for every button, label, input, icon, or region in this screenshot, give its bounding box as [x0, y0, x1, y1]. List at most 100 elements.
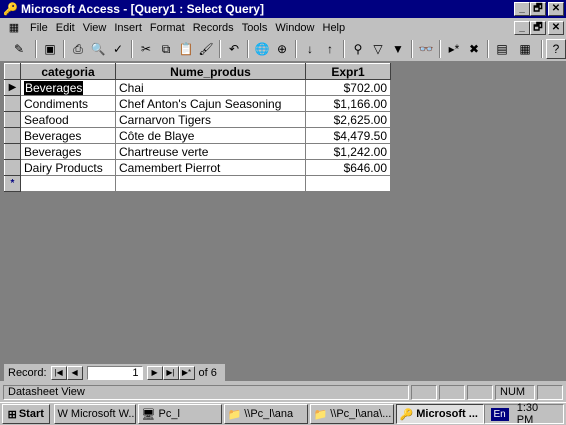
table-cell[interactable]: Beverages: [20, 79, 116, 96]
save-icon[interactable]: ▣: [40, 39, 60, 59]
toolbar-separator: [131, 40, 133, 58]
query-window-icon[interactable]: ▦: [6, 21, 22, 35]
database-window-icon[interactable]: ▤: [492, 39, 512, 59]
column-header-nume-produs[interactable]: Nume_produs: [115, 63, 306, 80]
menu-help[interactable]: Help: [319, 22, 350, 34]
sort-ascending-icon[interactable]: ↓: [300, 39, 320, 59]
new-record-icon[interactable]: ▸*: [444, 39, 464, 59]
table-cell[interactable]: Beverages: [20, 143, 116, 160]
apply-filter-icon[interactable]: ▼: [388, 39, 408, 59]
title-bar[interactable]: 🔑 Microsoft Access - [Query1 : Select Qu…: [0, 0, 566, 18]
record-navigator: Record: |◀ ◀ 1 ▶ ▶| ▶* of 6: [4, 364, 225, 381]
row-selector[interactable]: [4, 111, 21, 128]
spelling-icon[interactable]: ✓: [108, 39, 128, 59]
datasheet-area: categoria Nume_produs Expr1 ▶ Beverages …: [0, 61, 566, 381]
minimize-button[interactable]: _: [514, 2, 530, 16]
menu-insert[interactable]: Insert: [110, 22, 146, 34]
new-object-icon[interactable]: ▦: [512, 39, 538, 59]
toolbar-separator: [219, 40, 221, 58]
filter-by-selection-icon[interactable]: ⚲: [348, 39, 368, 59]
row-selector[interactable]: [4, 159, 21, 176]
menu-file[interactable]: File: [26, 22, 52, 34]
next-record-button[interactable]: ▶: [146, 365, 163, 380]
table-cell[interactable]: $1,242.00: [305, 143, 391, 160]
previous-record-button[interactable]: ◀: [66, 365, 83, 380]
table-cell[interactable]: $4,479.50: [305, 127, 391, 144]
insert-hyperlink-icon[interactable]: 🌐: [252, 39, 272, 59]
task-folder-ana-sub[interactable]: 📁 \\Pc_l\ana\...: [309, 404, 394, 424]
column-header-expr1[interactable]: Expr1: [305, 63, 391, 80]
column-header-categoria[interactable]: categoria: [20, 63, 116, 80]
table-cell[interactable]: Condiments: [20, 95, 116, 112]
format-painter-icon[interactable]: 🖌: [196, 39, 216, 59]
table-cell[interactable]: [305, 175, 391, 192]
print-icon[interactable]: ⎙: [68, 39, 88, 59]
start-button[interactable]: ⊞ Start: [2, 404, 50, 424]
table-cell[interactable]: $646.00: [305, 159, 391, 176]
menu-window[interactable]: Window: [271, 22, 318, 34]
start-label: Start: [18, 408, 44, 420]
row-selector[interactable]: [4, 95, 21, 112]
select-all-corner[interactable]: [4, 63, 21, 80]
table-row: Seafood Carnarvon Tigers $2,625.00: [4, 111, 391, 128]
table-cell[interactable]: $2,625.00: [305, 111, 391, 128]
close-button[interactable]: ✕: [548, 2, 564, 16]
table-cell[interactable]: Dairy Products: [20, 159, 116, 176]
copy-icon[interactable]: ⧉: [156, 39, 176, 59]
current-record-icon[interactable]: ▶: [4, 79, 21, 96]
table-cell[interactable]: Seafood: [20, 111, 116, 128]
child-restore-button[interactable]: 🗗: [530, 20, 546, 35]
status-bar: Datasheet View NUM: [0, 383, 566, 401]
table-cell[interactable]: Chai: [115, 79, 306, 96]
menu-edit[interactable]: Edit: [52, 22, 79, 34]
menu-format[interactable]: Format: [146, 22, 189, 34]
toolbar-separator: [295, 40, 297, 58]
record-label: Record:: [8, 366, 47, 379]
table-cell[interactable]: [20, 175, 116, 192]
table-cell[interactable]: Beverages: [20, 127, 116, 144]
task-microsoft-word[interactable]: W Microsoft W...: [53, 404, 136, 424]
table-cell[interactable]: $702.00: [305, 79, 391, 96]
table-row: ▶ Beverages Chai $702.00: [4, 79, 391, 96]
restore-button[interactable]: 🗗: [530, 2, 546, 16]
table-row: Beverages Chartreuse verte $1,242.00: [4, 143, 391, 160]
table-cell[interactable]: Chef Anton's Cajun Seasoning: [115, 95, 306, 112]
view-icon[interactable]: ✎: [6, 39, 32, 59]
status-text: Datasheet View: [3, 384, 409, 400]
web-toolbar-icon[interactable]: ⊕: [272, 39, 292, 59]
task-pc-l[interactable]: 🖥 Pc_l: [137, 404, 222, 424]
access-key-icon[interactable]: 🔑: [3, 2, 18, 16]
menu-view[interactable]: View: [79, 22, 111, 34]
clock[interactable]: 1:30 PM: [517, 402, 557, 425]
last-record-button[interactable]: ▶|: [162, 365, 179, 380]
first-record-button[interactable]: |◀: [50, 365, 67, 380]
toolbar-separator: [343, 40, 345, 58]
task-microsoft-access[interactable]: 🔑 Microsoft ...: [395, 404, 484, 424]
record-number-input[interactable]: 1: [86, 365, 143, 380]
child-minimize-button[interactable]: _: [514, 20, 530, 35]
help-icon[interactable]: ?: [546, 39, 566, 59]
paste-icon[interactable]: 📋: [176, 39, 196, 59]
child-close-button[interactable]: ✕: [548, 20, 564, 35]
row-selector[interactable]: [4, 127, 21, 144]
task-folder-ana[interactable]: 📁 \\Pc_l\ana: [223, 404, 308, 424]
find-icon[interactable]: 👓: [416, 39, 436, 59]
table-cell[interactable]: Camembert Pierrot: [115, 159, 306, 176]
undo-icon[interactable]: ↶: [224, 39, 244, 59]
sort-descending-icon[interactable]: ↑: [320, 39, 340, 59]
cut-icon[interactable]: ✂: [136, 39, 156, 59]
table-cell[interactable]: Côte de Blaye: [115, 127, 306, 144]
table-cell[interactable]: Carnarvon Tigers: [115, 111, 306, 128]
table-cell[interactable]: Chartreuse verte: [115, 143, 306, 160]
new-record-marker-icon[interactable]: *: [4, 175, 21, 192]
delete-record-icon[interactable]: ✖: [464, 39, 484, 59]
new-record-nav-button[interactable]: ▶*: [178, 365, 195, 380]
menu-tools[interactable]: Tools: [238, 22, 272, 34]
language-indicator[interactable]: En: [490, 407, 509, 421]
table-cell[interactable]: [115, 175, 306, 192]
row-selector[interactable]: [4, 143, 21, 160]
table-cell[interactable]: $1,166.00: [305, 95, 391, 112]
print-preview-icon[interactable]: 🔍: [88, 39, 108, 59]
filter-by-form-icon[interactable]: ▽: [368, 39, 388, 59]
menu-records[interactable]: Records: [189, 22, 238, 34]
